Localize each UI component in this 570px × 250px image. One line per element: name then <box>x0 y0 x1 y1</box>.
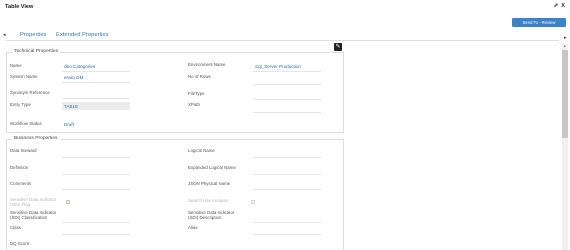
search-use-analysis-checkbox[interactable]: ✓ <box>251 200 255 204</box>
search-use-analysis-label: Search Use Analysis <box>188 198 229 203</box>
definition-label: Definition <box>10 165 29 170</box>
name-underline <box>62 71 130 72</box>
filetype-field[interactable] <box>253 99 321 100</box>
logical-name-field[interactable] <box>253 157 321 158</box>
alias-field[interactable] <box>253 234 321 235</box>
xpath-label: XPath <box>188 102 200 107</box>
no-of-rows-label: No of Rows <box>188 74 211 79</box>
scroll-up-icon[interactable]: ▲ <box>563 44 566 48</box>
dq-score-label: DQ Score <box>10 241 30 246</box>
environment-name-label: Environment Name <box>188 62 226 67</box>
system-name-value[interactable]: erwin DM <box>64 75 83 80</box>
maximize-icon[interactable]: ⇗ <box>554 3 559 9</box>
no-of-rows-field[interactable] <box>253 84 321 85</box>
comments-label: Comments <box>10 181 32 186</box>
close-icon[interactable]: X <box>561 3 565 9</box>
send-to-review-button[interactable]: Send To - Review <box>512 18 566 27</box>
window-title: Table View <box>5 4 34 10</box>
window-controls: ⇗ X <box>554 3 565 9</box>
tab-extended-properties[interactable]: Extended Properties <box>56 32 109 38</box>
json-physical-name-label: JSON Physical Name <box>188 181 231 186</box>
synonym-reference-field[interactable] <box>62 98 130 99</box>
definition-field[interactable] <box>62 174 130 175</box>
class-field[interactable] <box>62 234 130 235</box>
entry-type-value: TABLE <box>64 104 79 109</box>
filetype-label: FileType <box>188 91 205 96</box>
sdi-flag-label: Sensitive Data Indicator (SDI) Flag <box>10 197 57 207</box>
section-title: Business Properties <box>12 136 60 141</box>
name-label: Name <box>10 63 22 68</box>
system-name-label: System Name <box>10 74 38 79</box>
tab-divider <box>6 40 559 41</box>
sdi-classification-field[interactable] <box>62 222 130 223</box>
class-label: Class <box>10 225 21 230</box>
data-steward-label: Data Steward <box>10 148 37 153</box>
sdi-classification-label: Sensitive Data Indicator (SDI) Classific… <box>10 210 57 220</box>
expanded-logical-name-label: Expanded Logical Name <box>188 165 236 170</box>
environment-name-value[interactable]: Sql_Server Production <box>255 64 301 69</box>
tab-scroll-right-icon[interactable]: ▸ <box>564 35 567 41</box>
alias-label: Alias <box>188 225 198 230</box>
title-bar: Table View ⇗ X <box>0 0 570 14</box>
json-physical-name-field[interactable] <box>253 189 321 190</box>
expanded-logical-name-field[interactable] <box>253 174 321 175</box>
system-name-underline <box>62 82 130 83</box>
sdi-flag-checkbox[interactable]: ✓ <box>66 200 70 204</box>
comments-field[interactable] <box>62 189 130 190</box>
name-value[interactable]: dbo.Categories <box>64 64 95 69</box>
logical-name-label: Logical Name <box>188 148 215 153</box>
synonym-reference-label: Synonym Reference <box>10 90 50 95</box>
entry-type-label: Entry Type <box>10 102 31 107</box>
workflow-status-value[interactable]: Draft <box>64 122 74 127</box>
xpath-field[interactable] <box>253 112 321 113</box>
workflow-status-label: Workflow Status <box>10 121 42 126</box>
edit-icon[interactable]: ✎ <box>334 43 342 51</box>
data-steward-field[interactable] <box>62 157 130 158</box>
tab-scroll-left-icon[interactable]: ◂ <box>3 32 6 38</box>
scrollbar-thumb[interactable] <box>562 50 568 138</box>
sdi-description-field[interactable] <box>253 222 321 223</box>
sdi-description-label: Sensitive Data Indicator (SDI) Descripti… <box>188 210 235 220</box>
environment-name-underline <box>253 71 321 72</box>
section-title: Technical Properties <box>12 49 61 54</box>
